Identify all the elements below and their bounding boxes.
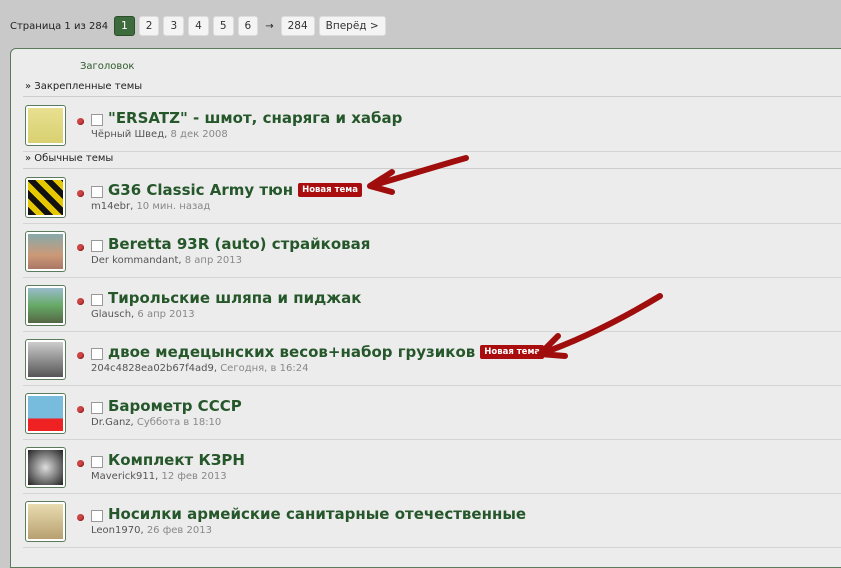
red-arrow-icon — [537, 293, 663, 359]
annotation-arrows — [367, 155, 663, 359]
red-arrow-icon — [367, 155, 469, 195]
